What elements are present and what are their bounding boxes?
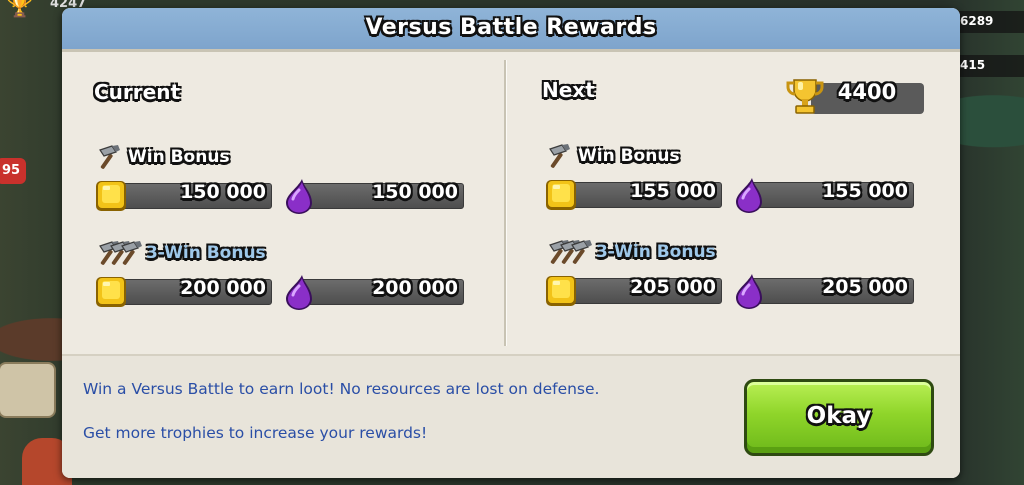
current-rewards-panel: Current Win Bonus 150 000 150 000 3-Win …	[62, 52, 507, 354]
background-side-button	[0, 362, 56, 418]
background-badge: 95	[0, 158, 26, 184]
next-three-win-bonus-gold-value: 205 000	[630, 276, 716, 298]
versus-battle-rewards-dialog: Versus Battle Rewards Current Win Bonus …	[62, 8, 960, 478]
next-three-win-bonus-row: 205 000 205 000	[544, 273, 954, 309]
elixir-drop-icon	[732, 177, 766, 213]
next-win-bonus-label: Win Bonus	[544, 143, 680, 169]
elixir-drop-icon	[282, 274, 316, 310]
current-three-win-bonus-label: 3-Win Bonus	[94, 240, 266, 266]
current-three-win-bonus-gold: 200 000	[94, 274, 272, 310]
current-win-bonus-label: Win Bonus	[94, 144, 230, 170]
elixir-drop-icon	[732, 273, 766, 309]
current-win-bonus-row: 150 000 150 000	[94, 178, 504, 214]
footer-message-2: Get more trophies to increase your rewar…	[83, 424, 428, 442]
dialog-title-bar: Versus Battle Rewards	[62, 8, 960, 52]
hammers-icon	[549, 239, 593, 265]
hammer-icon	[544, 143, 574, 169]
next-three-win-bonus-gold: 205 000	[544, 273, 722, 309]
panel-divider	[504, 60, 507, 346]
gold-coin-icon	[544, 177, 578, 213]
gold-coin-icon	[94, 178, 128, 214]
current-three-win-bonus-row: 200 000 200 000	[94, 274, 504, 310]
next-win-bonus-gold-value: 155 000	[630, 180, 716, 202]
gold-coin-icon	[544, 273, 578, 309]
background-elixir-counter: 6289	[954, 11, 1024, 33]
hammers-icon	[99, 240, 143, 266]
background-gem-counter: 415	[954, 55, 1024, 77]
next-heading: Next	[542, 78, 595, 102]
current-three-win-bonus-elixir: 200 000	[282, 274, 464, 310]
next-win-bonus-elixir-value: 155 000	[822, 180, 908, 202]
next-trophy-requirement: 4400	[785, 76, 924, 116]
current-heading: Current	[94, 80, 181, 104]
dialog-title: Versus Battle Rewards	[365, 15, 657, 40]
current-win-bonus-gold-value: 150 000	[180, 181, 266, 203]
trophy-icon: 🏆	[6, 0, 34, 19]
next-three-win-bonus-elixir: 205 000	[732, 273, 914, 309]
next-win-bonus-gold: 155 000	[544, 177, 722, 213]
okay-button[interactable]: Okay	[744, 379, 934, 456]
current-win-bonus-elixir: 150 000	[282, 178, 464, 214]
current-three-win-bonus-elixir-value: 200 000	[372, 277, 458, 299]
elixir-drop-icon	[282, 178, 316, 214]
next-three-win-bonus-elixir-value: 205 000	[822, 276, 908, 298]
next-win-bonus-elixir: 155 000	[732, 177, 914, 213]
next-trophy-value: 4400	[837, 80, 897, 104]
next-rewards-panel: Next 4400 Win Bonus 155 000 155 000 3-Wi…	[509, 52, 960, 354]
current-win-bonus-elixir-value: 150 000	[372, 181, 458, 203]
footer-message-1: Win a Versus Battle to earn loot! No res…	[83, 380, 600, 398]
dialog-footer: Win a Versus Battle to earn loot! No res…	[62, 354, 960, 478]
current-three-win-bonus-gold-value: 200 000	[180, 277, 266, 299]
current-win-bonus-gold: 150 000	[94, 178, 272, 214]
hammer-icon	[94, 144, 124, 170]
okay-button-label: Okay	[806, 403, 872, 429]
next-three-win-bonus-label: 3-Win Bonus	[544, 239, 716, 265]
gold-coin-icon	[94, 274, 128, 310]
next-win-bonus-row: 155 000 155 000	[544, 177, 954, 213]
